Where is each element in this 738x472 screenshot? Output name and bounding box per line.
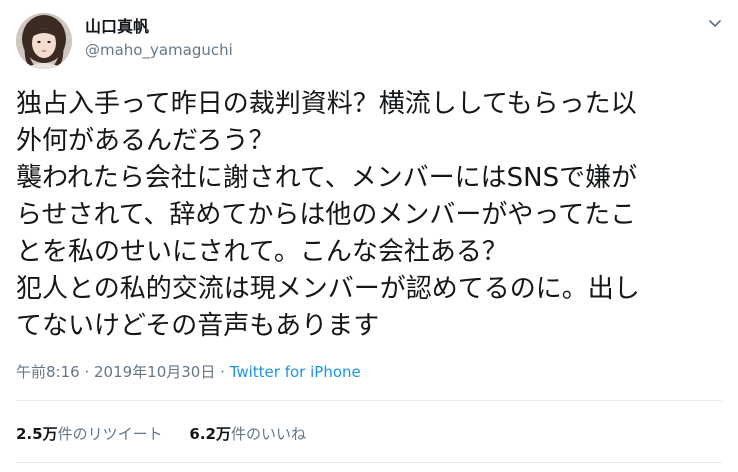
retweets-stat[interactable]: 2.5万件のリツイート bbox=[16, 425, 163, 443]
divider bbox=[16, 462, 722, 463]
retweets-unit: 件 bbox=[57, 425, 73, 443]
likes-unit: 件 bbox=[230, 425, 246, 443]
divider bbox=[16, 400, 722, 401]
tweet-text-line: らせされて、辞めてからは他のメンバーがやってたこ bbox=[16, 200, 637, 230]
tweet-text-line: とを私のせいにされて。こんな会社ある？ bbox=[16, 237, 508, 267]
tweet-text: 独占入手って昨日の裁判資料？横流ししてもらった以 外何があるんだろう？ 襲われた… bbox=[16, 86, 722, 345]
likes-stat[interactable]: 6.2万件のいいね bbox=[189, 425, 306, 443]
tweet-text-line: てないけどその音声もあります bbox=[16, 311, 380, 341]
tweet-text-line: 外何があるんだろう？ bbox=[16, 126, 275, 156]
tweet-date[interactable]: 2019年10月30日 bbox=[94, 363, 215, 381]
tweet-text-line: 犯人との私的交流は現メンバーが認めてるのに。出し bbox=[16, 274, 640, 304]
tweet-source-link[interactable]: Twitter for iPhone bbox=[230, 363, 361, 381]
likes-label: のいいね bbox=[245, 425, 306, 443]
tweet-card: 山口真帆 @maho_yamaguchi 独占入手って昨日の裁判資料？横流しして… bbox=[0, 0, 738, 472]
chevron-down-icon[interactable] bbox=[706, 14, 724, 32]
display-name[interactable]: 山口真帆 bbox=[85, 17, 149, 37]
meta-separator: · bbox=[215, 363, 230, 381]
profile-photo bbox=[16, 13, 72, 69]
retweets-count: 2.5万 bbox=[16, 425, 58, 443]
tweet-time[interactable]: 午前8:16 bbox=[16, 363, 80, 381]
avatar[interactable] bbox=[16, 13, 72, 69]
retweets-label: のリツイート bbox=[72, 425, 163, 443]
tweet-metadata: 午前8:16 · 2019年10月30日 · Twitter for iPhon… bbox=[16, 362, 361, 382]
likes-count: 6.2万 bbox=[189, 425, 231, 443]
meta-separator: · bbox=[79, 363, 94, 381]
user-handle[interactable]: @maho_yamaguchi bbox=[85, 40, 233, 60]
tweet-text-line: 襲われたら会社に謝されて、メンバーにはSNSで嫌が bbox=[16, 163, 638, 193]
tweet-text-line: 独占入手って昨日の裁判資料？横流ししてもらった以 bbox=[16, 89, 637, 119]
tweet-stats: 2.5万件のリツイート 6.2万件のいいね bbox=[16, 424, 328, 444]
